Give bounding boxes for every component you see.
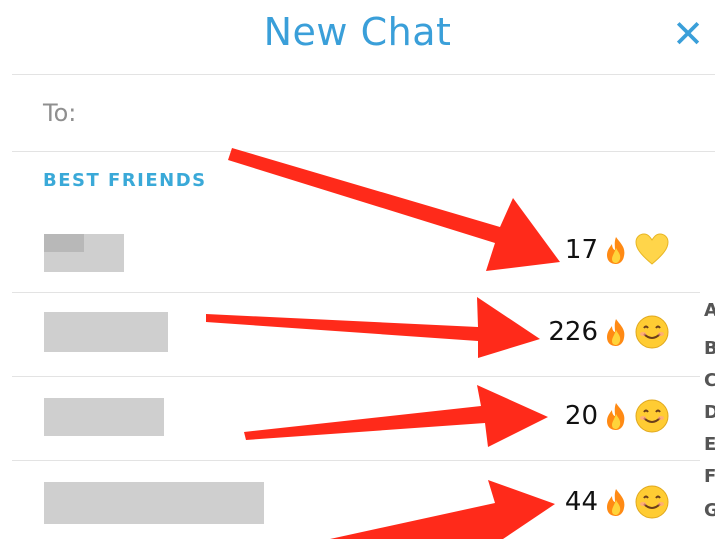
annotation-arrow bbox=[228, 148, 560, 271]
annotation-arrows bbox=[206, 148, 560, 539]
annotation-arrow bbox=[330, 480, 555, 539]
annotation-arrow bbox=[244, 385, 548, 447]
annotation-arrow bbox=[206, 297, 540, 358]
